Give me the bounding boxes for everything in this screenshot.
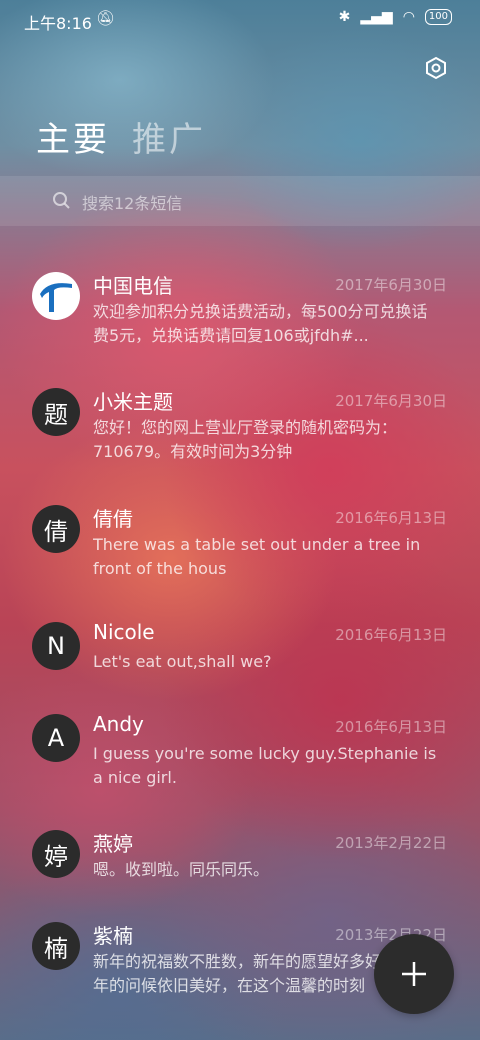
- sender-name: Nicole: [93, 620, 155, 644]
- message-preview: I guess you're some lucky guy.Stephanie …: [93, 744, 437, 787]
- avatar: 楠: [32, 922, 80, 970]
- message-preview: 您好！您的网上营业厅登录的随机密码为：710679。有效时间为3分钟: [93, 418, 398, 461]
- message-date: 2013年2月22日: [335, 834, 447, 852]
- sender-name: 燕婷: [93, 832, 133, 856]
- message-date: 2016年6月13日: [335, 509, 447, 527]
- message-item[interactable]: 题 小米主题 2017年6月30日 您好！您的网上营业厅登录的随机密码为：710…: [0, 388, 480, 498]
- category-tabs: 主要 推广: [36, 112, 206, 161]
- status-time: 上午8:16: [24, 14, 92, 33]
- china-telecom-logo-icon: [32, 272, 80, 320]
- avatar: 婷: [32, 830, 80, 878]
- message-item[interactable]: 倩 倩倩 2016年6月13日 There was a table set ou…: [0, 505, 480, 615]
- message-preview: There was a table set out under a tree i…: [93, 535, 421, 578]
- wifi-icon: ◠: [402, 9, 415, 25]
- china-telecom-icon: [33, 273, 79, 319]
- tab-promotions[interactable]: 推广: [132, 112, 206, 161]
- avatar: 题: [32, 388, 80, 436]
- message-date: 2016年6月13日: [335, 626, 447, 644]
- message-preview: 欢迎参加积分兑换话费活动，每500分可兑换话费5元，兑换话费请回复106或jfd…: [93, 302, 428, 345]
- avatar: N: [32, 622, 80, 670]
- status-icons: ✱ ▂▄▆ ◠ 100: [339, 9, 452, 25]
- sender-name: 小米主题: [93, 390, 173, 414]
- compose-button[interactable]: [374, 934, 454, 1014]
- message-preview: Let's eat out,shall we?: [93, 652, 272, 671]
- message-date: 2017年6月30日: [335, 276, 447, 294]
- message-item[interactable]: 中国电信 2017年6月30日 欢迎参加积分兑换话费活动，每500分可兑换话费5…: [0, 272, 480, 382]
- mute-icon: 🔕︎: [96, 9, 116, 27]
- sender-name: Andy: [93, 712, 144, 736]
- avatar: A: [32, 714, 80, 762]
- status-bar: 上午8:16 🔕︎ ✱ ▂▄▆ ◠ 100: [0, 0, 480, 40]
- search-icon: [53, 192, 70, 209]
- message-item[interactable]: A Andy 2016年6月13日 I guess you're some lu…: [0, 712, 480, 824]
- sender-name: 中国电信: [93, 274, 173, 298]
- sender-name: 倩倩: [93, 507, 133, 531]
- message-preview: 嗯。收到啦。同乐同乐。: [93, 860, 270, 879]
- signal-icon: ▂▄▆: [360, 9, 393, 25]
- plus-icon: [402, 962, 426, 986]
- battery-indicator: 100: [424, 9, 452, 25]
- tab-primary[interactable]: 主要: [36, 112, 110, 161]
- gear-icon[interactable]: [424, 56, 448, 80]
- message-date: 2016年6月13日: [335, 718, 447, 736]
- message-date: 2017年6月30日: [335, 392, 447, 410]
- search-placeholder: 搜索12条短信: [82, 194, 183, 213]
- sender-name: 紫楠: [93, 924, 133, 948]
- bluetooth-icon: ✱: [338, 9, 351, 25]
- avatar: 倩: [32, 505, 80, 553]
- search-bar[interactable]: 搜索12条短信: [0, 176, 480, 226]
